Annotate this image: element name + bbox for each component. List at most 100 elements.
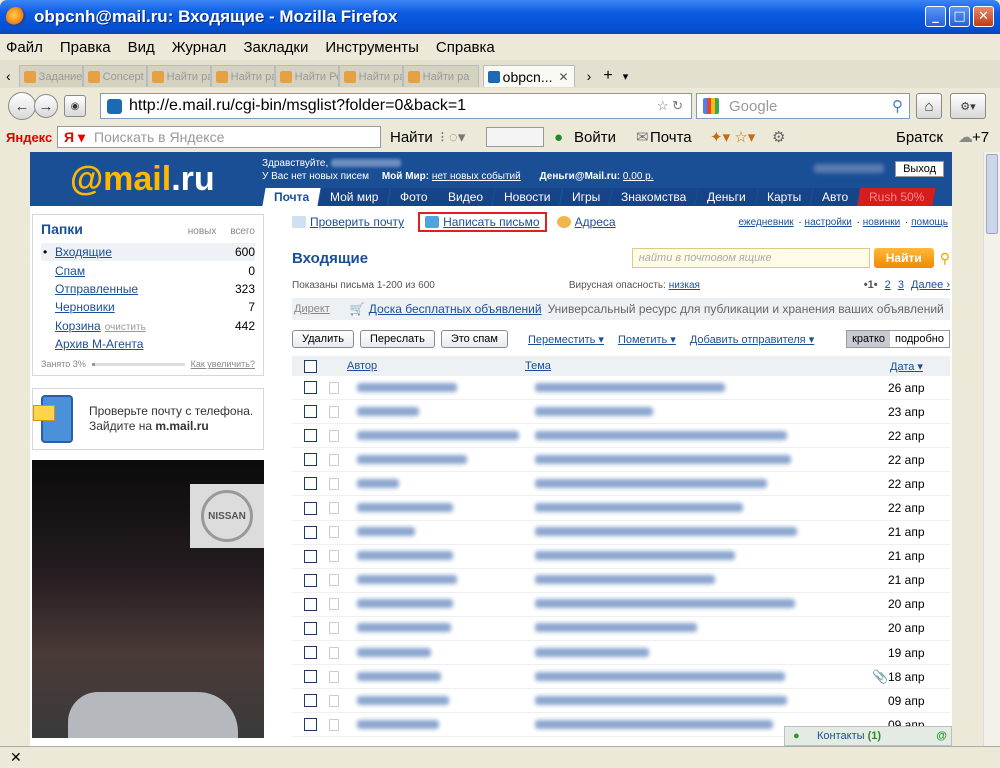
add-sender-dropdown[interactable]: Добавить отправителя <box>690 333 814 346</box>
flag-icon[interactable] <box>329 574 339 587</box>
subject-blurred[interactable] <box>535 429 872 443</box>
row-checkbox[interactable] <box>304 646 317 660</box>
scrollbar-thumb[interactable] <box>986 154 998 234</box>
flag-icon[interactable] <box>329 550 339 563</box>
subject-blurred[interactable] <box>535 573 872 587</box>
mark-dropdown[interactable]: Пометить <box>618 333 676 346</box>
yandex-find-button[interactable]: Найти <box>390 129 433 146</box>
flag-icon[interactable] <box>329 526 339 539</box>
check-mail-link[interactable]: Проверить почту <box>310 215 404 229</box>
folder-archive[interactable]: Архив М-Агента <box>41 335 255 353</box>
folder-trash[interactable]: Корзина очистить 442 <box>41 317 255 335</box>
sender-blurred[interactable] <box>357 646 535 660</box>
home-icon[interactable]: ⌂ <box>916 93 942 119</box>
sender-blurred[interactable] <box>357 718 535 732</box>
tab-auto[interactable]: Авто <box>810 188 861 206</box>
direct-link[interactable]: Директ <box>294 303 330 315</box>
table-row[interactable]: 09 апр <box>292 689 950 714</box>
flag-icon[interactable] <box>329 598 339 611</box>
folder-inbox[interactable]: Входящие600 <box>41 243 255 262</box>
flag-icon[interactable] <box>329 429 339 442</box>
sort-date[interactable]: Дата ▾ <box>890 360 950 373</box>
row-checkbox[interactable] <box>304 453 317 467</box>
contacts-panel[interactable]: ● Контакты (1) @ <box>784 726 952 746</box>
subject-blurred[interactable] <box>535 525 872 539</box>
view-full-button[interactable]: подробно <box>890 331 949 347</box>
flag-icon[interactable] <box>329 670 339 683</box>
sender-blurred[interactable] <box>357 670 535 684</box>
yandex-search-input[interactable]: Я ▾ Поискать в Яндексе <box>57 126 381 148</box>
subject-blurred[interactable] <box>535 694 872 708</box>
table-row[interactable]: 21 апр <box>292 569 950 593</box>
tab-news[interactable]: Новости <box>492 188 563 206</box>
subject-blurred[interactable] <box>535 670 872 684</box>
find-button[interactable]: Найти <box>873 248 934 268</box>
subject-blurred[interactable] <box>535 381 872 395</box>
sort-author[interactable]: Автор <box>347 360 525 372</box>
move-dropdown[interactable]: Переместить <box>528 333 604 346</box>
extension-icon[interactable]: ⚙▾ <box>950 93 986 119</box>
sender-blurred[interactable] <box>357 429 535 443</box>
row-checkbox[interactable] <box>304 477 317 491</box>
browser-tab[interactable]: Найти ра <box>338 65 403 87</box>
row-checkbox[interactable] <box>304 525 317 539</box>
yandex-mail-button[interactable]: Почта <box>650 129 692 146</box>
close-findbar-icon[interactable]: ✕ <box>10 749 22 766</box>
page-2-link[interactable]: 2 <box>885 279 891 291</box>
tab-list-icon[interactable]: ▾ <box>623 70 629 83</box>
minimize-button[interactable]: _ <box>925 6 946 27</box>
subject-blurred[interactable] <box>535 597 872 611</box>
spam-button[interactable]: Это спам <box>440 330 508 348</box>
select-all-checkbox[interactable] <box>304 359 317 373</box>
menu-history[interactable]: Журнал <box>172 39 227 56</box>
flag-icon[interactable] <box>329 694 339 707</box>
subject-blurred[interactable] <box>535 405 872 419</box>
subject-blurred[interactable] <box>535 549 872 563</box>
row-checkbox[interactable] <box>304 573 317 587</box>
row-checkbox[interactable] <box>304 405 317 419</box>
my-world-link[interactable]: нет новых событий <box>432 171 521 182</box>
spellcheck-icon[interactable] <box>486 127 544 147</box>
browser-tab[interactable]: Найти ра <box>402 65 479 87</box>
yandex-tools-icon[interactable]: ⁝ ◌▾ <box>440 128 465 146</box>
folder-sent[interactable]: Отправленные 323 <box>41 280 255 298</box>
subject-blurred[interactable] <box>535 621 872 635</box>
tab-video[interactable]: Видео <box>436 188 495 206</box>
tab-my-world[interactable]: Мой мир <box>318 188 391 206</box>
compose-link[interactable]: Написать письмо <box>443 215 539 229</box>
exit-button[interactable]: Выход <box>895 161 944 177</box>
table-row[interactable]: 22 апр <box>292 424 950 449</box>
subject-blurred[interactable] <box>535 477 872 491</box>
sender-blurred[interactable] <box>357 453 535 467</box>
browser-tab-active[interactable]: obpcn... ✕ <box>482 65 575 87</box>
view-short-button[interactable]: кратко <box>847 331 891 347</box>
row-checkbox[interactable] <box>304 597 317 611</box>
row-checkbox[interactable] <box>304 501 317 515</box>
menu-file[interactable]: Файл <box>6 39 43 56</box>
sender-blurred[interactable] <box>357 501 535 515</box>
tab-photo[interactable]: Фото <box>388 188 439 206</box>
next-page-link[interactable]: Далее › <box>911 279 950 291</box>
ad-board-link[interactable]: Доска бесплатных объявлений <box>369 302 542 316</box>
browser-tab[interactable]: Найти ра <box>146 65 211 87</box>
menu-view[interactable]: Вид <box>128 39 155 56</box>
settings-link[interactable]: настройки <box>805 217 852 228</box>
flag-icon[interactable] <box>329 405 339 418</box>
tab-maps[interactable]: Карты <box>755 188 813 206</box>
search-input[interactable]: Google ⚲ <box>696 93 910 119</box>
tab-scroll-right-icon[interactable]: › <box>587 68 592 84</box>
yandex-login-button[interactable]: Войти <box>574 129 616 146</box>
help-link[interactable]: помощь <box>911 217 948 228</box>
browser-tab[interactable]: Найти ра <box>210 65 275 87</box>
back-button[interactable]: ← <box>8 92 36 120</box>
bookmark-star-icon[interactable]: ☆ ↻ <box>657 98 683 114</box>
row-checkbox[interactable] <box>304 621 317 635</box>
addresses-link[interactable]: Адреса <box>575 215 616 229</box>
table-row[interactable]: 23 апр <box>292 400 950 425</box>
browser-tab[interactable]: Найти Ре <box>274 65 339 87</box>
menu-bookmarks[interactable]: Закладки <box>243 39 308 56</box>
mail-search-input[interactable]: найти в почтовом ящике <box>631 248 870 268</box>
folder-spam[interactable]: Спам 0 <box>41 261 255 279</box>
flag-icon[interactable] <box>329 622 339 635</box>
advanced-search-icon[interactable]: ⚲ <box>940 250 950 267</box>
